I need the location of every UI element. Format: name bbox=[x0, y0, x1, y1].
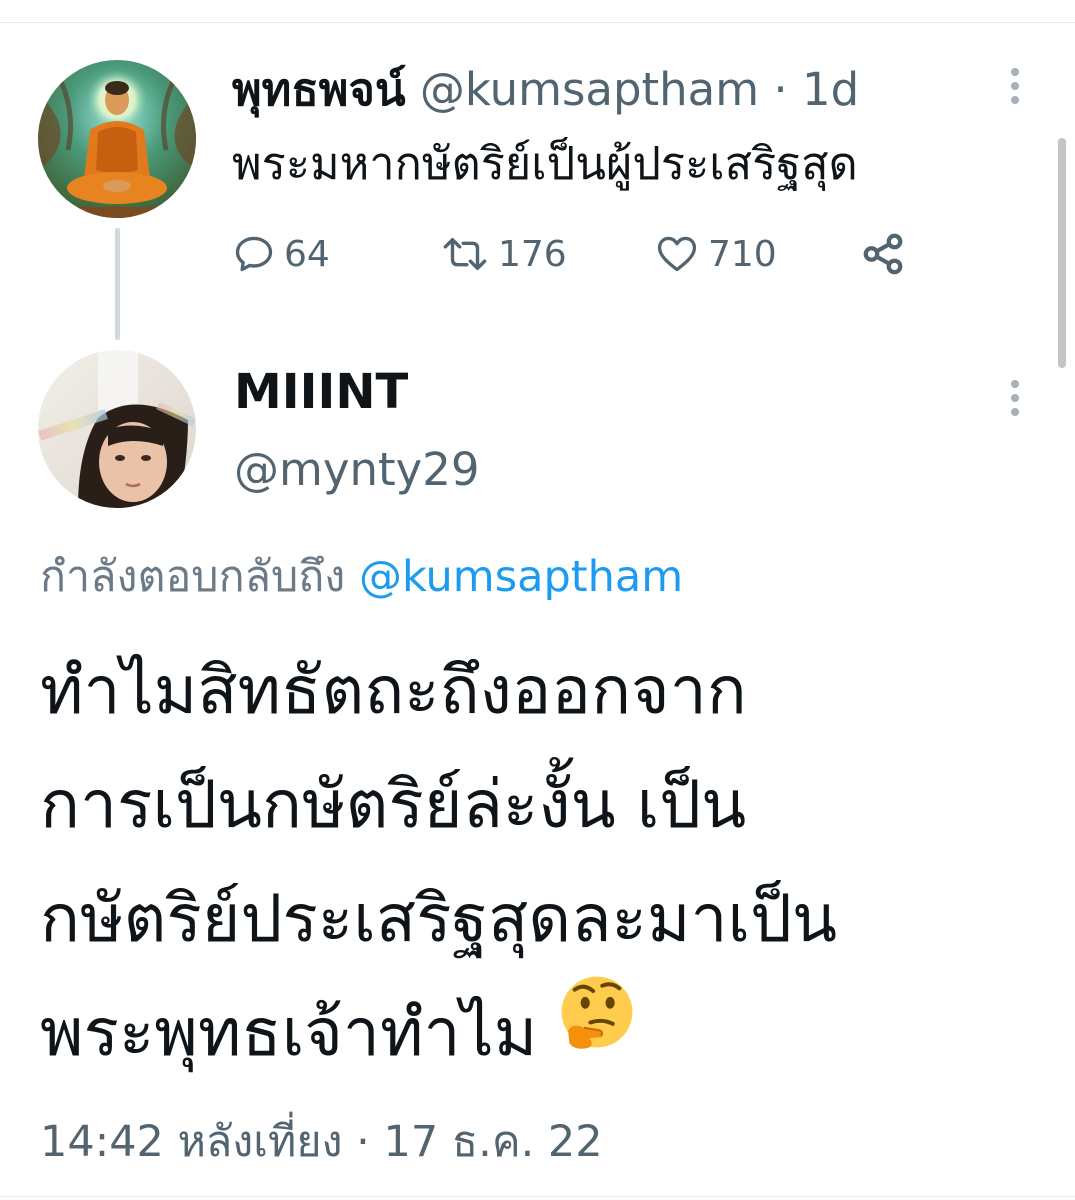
parent-display-name[interactable]: พุทธพจน์ bbox=[232, 63, 406, 116]
parent-handle[interactable]: @kumsaptham bbox=[420, 63, 759, 116]
scrollbar[interactable] bbox=[1058, 138, 1066, 368]
reply-display-name[interactable]: MIIINT bbox=[234, 362, 408, 422]
replying-to-handle-link[interactable]: @kumsaptham bbox=[359, 552, 683, 602]
reply-text-line-last: พระพุทธเจ้าทำไม bbox=[40, 976, 1040, 1090]
thread-connector-line bbox=[115, 228, 120, 340]
retweet-arrows-icon bbox=[443, 238, 487, 270]
reply-count: 64 bbox=[284, 233, 330, 275]
vertical-dots-icon[interactable] bbox=[1010, 68, 1020, 104]
like-count: 710 bbox=[708, 233, 777, 275]
reply-handle[interactable]: @mynty29 bbox=[234, 440, 480, 500]
reply-text-line: กษัตริย์ประเสริฐสุดละมาเป็น bbox=[40, 880, 838, 957]
reply-timestamp[interactable]: 14:42 หลังเที่ยง · 17 ธ.ค. 22 bbox=[40, 1112, 603, 1172]
reply-text-line: ทำไมสิทธัตถะถึงออกจาก bbox=[40, 652, 747, 729]
reply-avatar[interactable] bbox=[38, 350, 196, 508]
parent-timestamp[interactable]: 1d bbox=[802, 63, 859, 116]
reply-tweet-text: ทำไมสิทธัตถะถึงออกจาก การเป็นกษัตริย์ล่ะ… bbox=[40, 634, 1040, 1090]
speech-bubble-icon bbox=[235, 236, 273, 272]
retweet-button[interactable]: 176 bbox=[440, 226, 567, 282]
parent-avatar[interactable] bbox=[38, 60, 196, 218]
replying-to-label: กำลังตอบกลับถึง bbox=[40, 552, 346, 602]
thinking-face-icon bbox=[555, 970, 639, 1089]
reply-text-line: พระพุทธเจ้าทำไม bbox=[40, 994, 538, 1071]
reply-text-line: การเป็นกษัตริย์ล่ะงั้น เป็น bbox=[40, 766, 747, 843]
heart-icon bbox=[657, 236, 697, 272]
parent-tweet-header: พุทธพจน์ @kumsaptham · 1d bbox=[232, 62, 859, 118]
bottom-divider bbox=[0, 1196, 1075, 1197]
vertical-dots-icon[interactable] bbox=[1010, 380, 1020, 416]
reply-button[interactable]: 64 bbox=[232, 226, 330, 282]
share-icon bbox=[863, 233, 903, 275]
like-button[interactable]: 710 bbox=[654, 226, 777, 282]
parent-tweet-text: พระมหากษัตริย์เป็นผู้ประเสริฐสุด bbox=[232, 137, 858, 190]
share-button[interactable] bbox=[860, 226, 906, 282]
replying-to-line: กำลังตอบกลับถึง @kumsaptham bbox=[40, 548, 683, 606]
retweet-count: 176 bbox=[498, 233, 567, 275]
tweet-thread-view: พุทธพจน์ @kumsaptham · 1d พระมหากษัตริย์… bbox=[0, 0, 1075, 1200]
header-separator: · bbox=[773, 63, 788, 116]
top-divider bbox=[0, 22, 1075, 23]
